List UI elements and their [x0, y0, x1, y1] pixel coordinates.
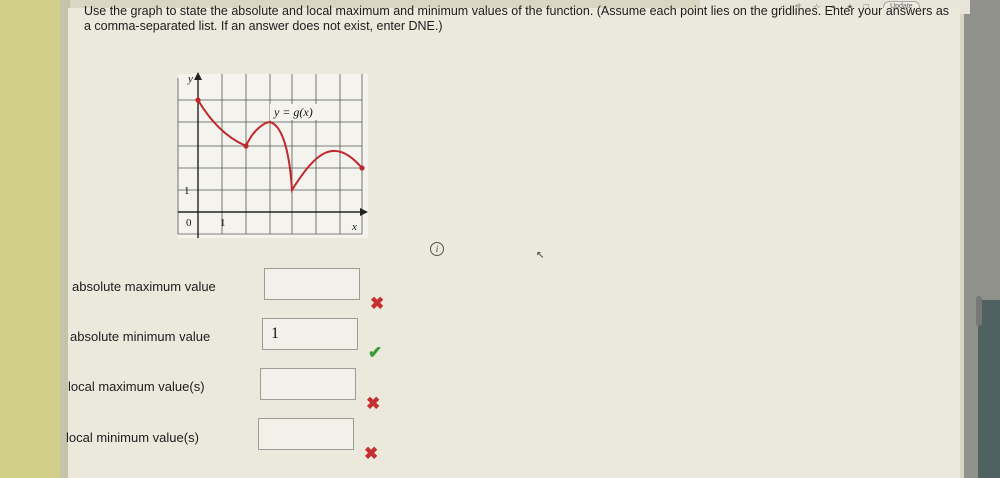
origin-label: 0 [186, 217, 192, 229]
x-tick-label: 1 [220, 217, 226, 229]
desk-background-right-dark [978, 300, 1000, 478]
curve-point-local-min [243, 143, 249, 149]
absolute-maximum-input[interactable] [264, 268, 360, 300]
correct-icon: ✔ [368, 343, 383, 362]
curve-endpoint-left [195, 97, 201, 103]
function-graph: y = g(x) y x 0 1 1 [177, 72, 368, 238]
y-tick-label: 1 [184, 185, 190, 197]
incorrect-icon: ✖ [364, 444, 379, 463]
incorrect-icon: ✖ [370, 294, 385, 313]
scrollbar-thumb[interactable] [976, 296, 982, 326]
y-axis-label: y [187, 73, 193, 85]
absolute-minimum-input[interactable] [262, 318, 358, 350]
info-icon[interactable]: i [430, 242, 444, 256]
local-maximum-label: local maximum value(s) [68, 379, 205, 394]
curve-endpoint-right [359, 165, 365, 171]
local-maximum-input[interactable] [260, 368, 356, 400]
local-minimum-input[interactable] [258, 418, 354, 450]
x-axis-label: x [351, 221, 357, 233]
absolute-minimum-label: absolute minimum value [70, 329, 211, 344]
local-minimum-label: local minimum value(s) [66, 430, 199, 445]
function-label: y = g(x) [273, 105, 313, 119]
absolute-maximum-label: absolute maximum value [72, 279, 216, 294]
mouse-cursor-icon: ↖ [536, 250, 545, 261]
graph-background [178, 74, 368, 238]
desk-background-left [0, 0, 68, 478]
question-prompt: Use the graph to state the absolute and … [84, 4, 950, 33]
incorrect-icon: ✖ [366, 394, 381, 413]
